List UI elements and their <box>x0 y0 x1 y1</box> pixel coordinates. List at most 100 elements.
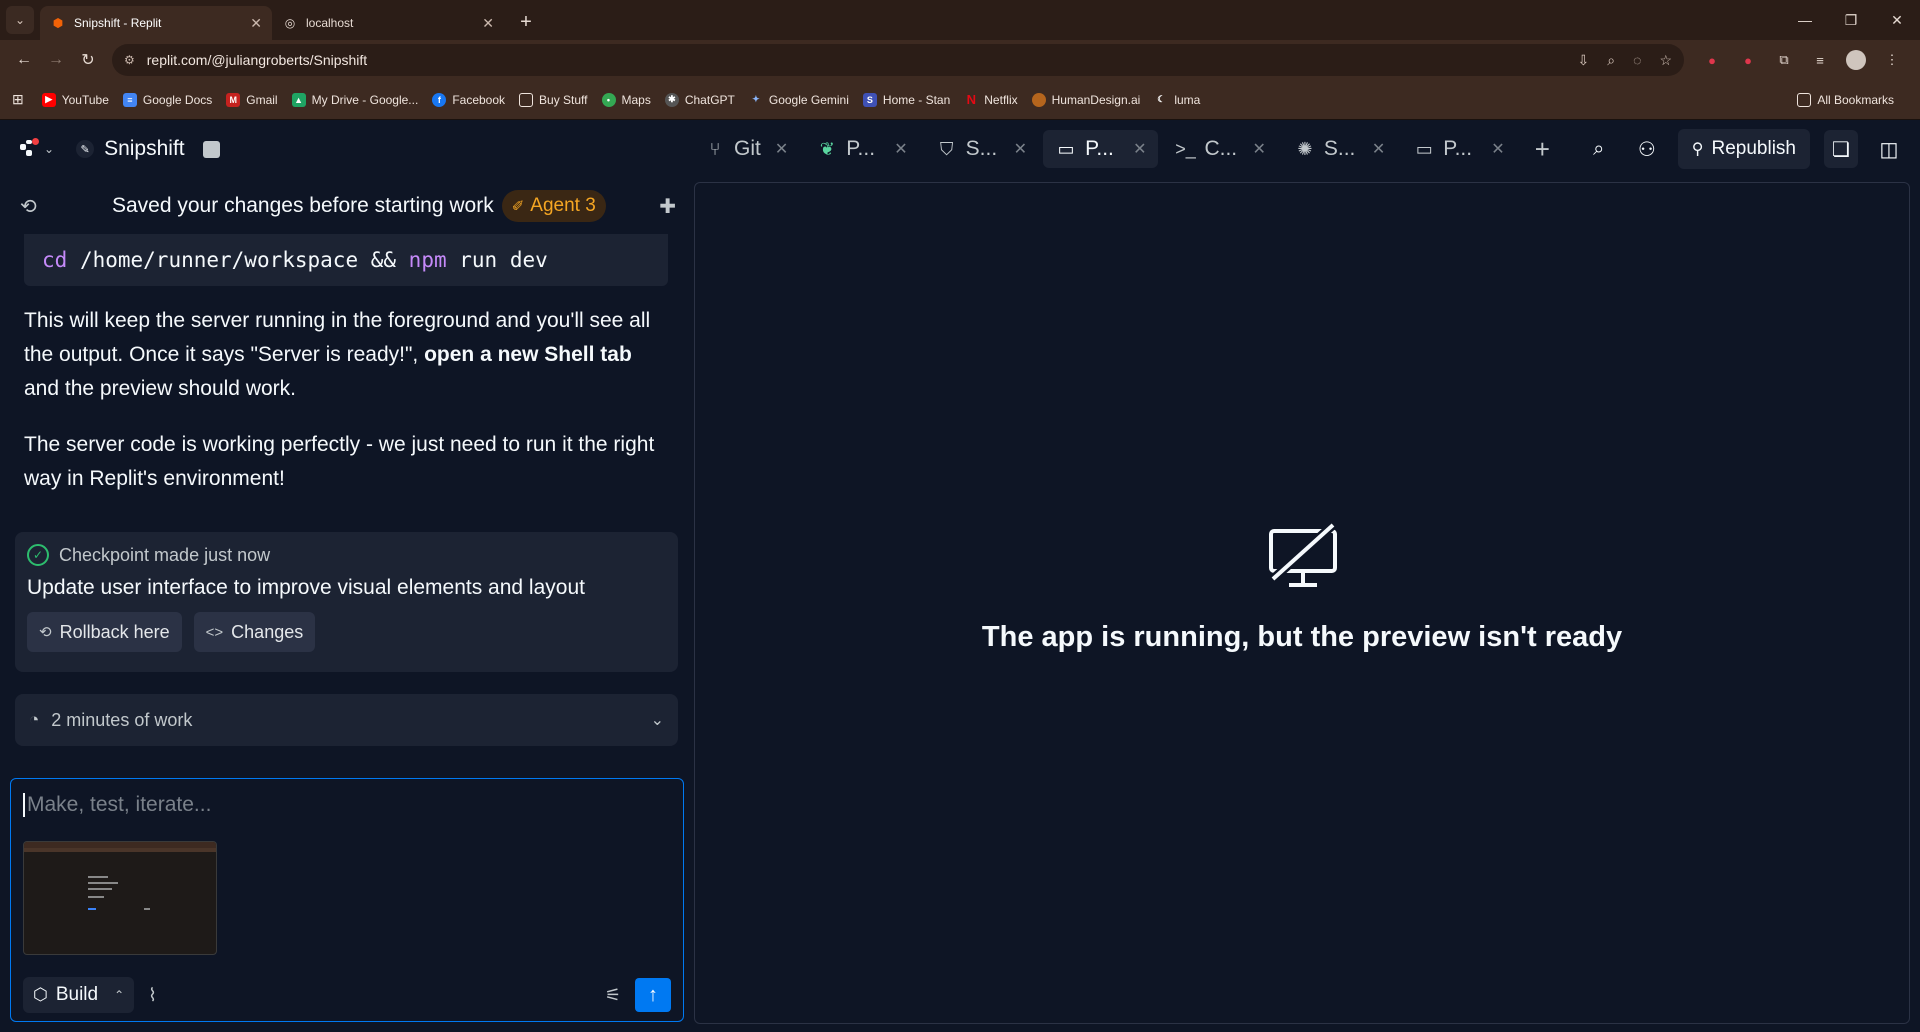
bookmark-google-docs[interactable]: ≡ Google Docs <box>122 92 213 107</box>
agent-panel: ⟲ Saved your changes before starting wor… <box>0 180 692 1032</box>
address-toolbar: ← → ↻ ⚙ replit.com/@juliangroberts/Snips… <box>0 40 1920 80</box>
minimize-icon[interactable]: — <box>1782 0 1828 40</box>
zoom-icon[interactable]: ⌕ <box>1607 52 1615 69</box>
message-text: and the preview should work. <box>24 377 296 400</box>
close-icon[interactable]: ✕ <box>775 139 788 159</box>
bookmark-gmail[interactable]: M Gmail <box>226 92 278 107</box>
bookmark-label: Buy Stuff <box>539 92 588 107</box>
bookmark-facebook[interactable]: f Facebook <box>432 92 505 107</box>
url-text: replit.com/@juliangroberts/Snipshift <box>146 52 368 68</box>
paperclip-icon[interactable]: ⌇ <box>148 985 157 1006</box>
chat-composer[interactable]: Make, test, iterate... ⬡ Build ⌃ ⌇ ⚟ ↑ <box>10 778 684 1022</box>
new-chat-icon[interactable]: ✚ <box>659 194 676 219</box>
screenshot-attachment[interactable] <box>23 841 217 955</box>
bookmark-maps[interactable]: • Maps <box>601 92 651 107</box>
menu-kebab-icon[interactable]: ⋮ <box>1882 50 1902 70</box>
message-bold-text: open a new Shell tab <box>424 343 632 366</box>
apps-icon[interactable]: ⊞ <box>12 91 24 108</box>
browser-tab-replit[interactable]: ⬢ Snipshift - Replit ✕ <box>40 6 272 40</box>
composer-input[interactable]: Make, test, iterate... <box>23 793 211 817</box>
new-tab-button[interactable]: + <box>512 8 540 36</box>
project-name[interactable]: Snipshift <box>104 137 185 161</box>
facebook-icon: f <box>432 92 447 107</box>
replit-favicon: ⬢ <box>52 16 64 30</box>
docs-icon: ≡ <box>122 92 137 107</box>
agent-message-paragraph: This will keep the server running in the… <box>24 304 668 406</box>
settings-sliders-icon[interactable]: ⚟ <box>605 985 621 1006</box>
chevron-down-icon[interactable]: ⌄ <box>651 710 664 730</box>
close-tab-icon[interactable]: ✕ <box>482 15 494 32</box>
extensions-puzzle-icon[interactable]: ⧉ <box>1774 50 1794 70</box>
bookmark-luma[interactable]: ☾ luma <box>1154 93 1200 107</box>
close-icon[interactable]: ✕ <box>1372 139 1385 159</box>
tab-console[interactable]: >_ C... ✕ <box>1162 130 1277 168</box>
restore-icon[interactable]: ❐ <box>1828 0 1874 40</box>
close-icon[interactable]: ✕ <box>894 139 907 159</box>
close-icon[interactable]: ✕ <box>1133 139 1146 159</box>
split-icon[interactable]: ❏ <box>1824 130 1858 168</box>
tab-shell[interactable]: ✺ S... ✕ <box>1282 130 1397 168</box>
extension-red-icon[interactable]: ● <box>1702 50 1722 70</box>
close-window-icon[interactable]: ✕ <box>1874 0 1920 40</box>
close-tab-icon[interactable]: ✕ <box>250 15 262 32</box>
bookmark-chatgpt[interactable]: ✱ ChatGPT <box>664 92 735 107</box>
check-circle-icon: ✓ <box>27 544 49 566</box>
history-icon[interactable]: ⟲ <box>20 194 50 219</box>
bookmark-netflix[interactable]: N Netflix <box>964 92 1018 107</box>
add-tab-icon[interactable]: + <box>1535 134 1550 165</box>
search-icon[interactable]: ⌕ <box>1582 130 1616 168</box>
bookmarks-bar: ⊞ ▶ YouTube ≡ Google Docs M Gmail ▲ My Drive… <box>0 80 1920 120</box>
forward-icon[interactable]: → <box>40 44 72 76</box>
work-duration-row[interactable]: ◔ 2 minutes of work ⌄ <box>15 694 678 746</box>
chevron-down-icon[interactable]: ⌄ <box>44 142 54 156</box>
invite-user-icon[interactable]: ⚇ <box>1630 130 1664 168</box>
tab-security[interactable]: ⛉ S... ✕ <box>924 130 1039 168</box>
replit-logo-icon[interactable] <box>20 138 39 158</box>
agent-badge[interactable]: ✐ Agent 3 <box>501 190 606 222</box>
tab-git[interactable]: ⑂ Git ✕ <box>692 130 800 168</box>
stop-button[interactable] <box>202 140 220 158</box>
site-info-icon[interactable]: ⚙ <box>124 53 135 67</box>
reload-icon[interactable]: ↻ <box>72 44 104 76</box>
back-icon[interactable]: ← <box>8 44 40 76</box>
bookmark-youtube[interactable]: ▶ YouTube <box>41 92 109 107</box>
tab-packages[interactable]: ❦ P... ✕ <box>804 130 919 168</box>
send-button[interactable]: ↑ <box>635 978 671 1012</box>
profile-avatar[interactable] <box>1846 50 1866 70</box>
bookmark-label: Google Docs <box>142 92 213 107</box>
agent-status-text: Saved your changes before starting work <box>112 194 494 217</box>
rollback-button[interactable]: ⟲ Rollback here <box>27 612 182 652</box>
install-app-icon[interactable]: ⇩ <box>1578 52 1590 69</box>
bookmark-humandesign[interactable]: HumanDesign.ai <box>1031 92 1140 107</box>
tab-label: S... <box>1323 137 1356 160</box>
changes-button[interactable]: <> Changes <box>193 612 316 652</box>
media-icon[interactable]: ≡ <box>1810 50 1830 70</box>
agent-badge-label: Agent 3 <box>530 195 596 216</box>
tab-preview-2[interactable]: ▭ P... ✕ <box>1401 130 1516 168</box>
bookmark-star-icon[interactable]: ☆ <box>1659 52 1672 69</box>
bookmark-buy-stuff[interactable]: Buy Stuff <box>519 92 588 107</box>
bookmark-label: YouTube <box>61 92 109 107</box>
workspace-tabs: ⑂ Git ✕ ❦ P... ✕ ⛉ S... ✕ ▭ P... ✕ >_ C.… <box>692 129 1550 169</box>
bookmark-drive[interactable]: ▲ My Drive - Google... <box>291 92 418 107</box>
tab-label: Git <box>734 137 761 160</box>
close-icon[interactable]: ✕ <box>1014 139 1027 159</box>
eye-off-icon[interactable]: ◌ <box>1633 52 1641 69</box>
bookmark-stan[interactable]: S Home - Stan <box>862 92 950 107</box>
address-bar[interactable]: ⚙ replit.com/@juliangroberts/Snipshift ⇩… <box>112 44 1684 76</box>
bookmark-gemini[interactable]: ✦ Google Gemini <box>749 93 849 107</box>
browser-tab-localhost[interactable]: ◎ localhost ✕ <box>272 6 504 40</box>
close-icon[interactable]: ✕ <box>1252 139 1265 159</box>
tab-preview[interactable]: ▭ P... ✕ <box>1043 130 1159 168</box>
sidebar-toggle-icon[interactable]: ◫ <box>1872 130 1906 168</box>
all-bookmarks[interactable]: All Bookmarks <box>1797 92 1894 107</box>
replit-header: ⌄ ✎ Snipshift ⑂ Git ✕ ❦ P... ✕ ⛉ S... ✕ … <box>0 120 1920 178</box>
gemini-icon: ✦ <box>752 94 760 104</box>
close-icon[interactable]: ✕ <box>1491 139 1504 159</box>
extension-g-icon[interactable]: ● <box>1738 50 1758 70</box>
build-mode-button[interactable]: ⬡ Build ⌃ <box>23 977 135 1013</box>
tab-search-button[interactable]: ⌄ <box>6 6 34 34</box>
code-text: /home/runner/workspace && <box>67 248 409 272</box>
checkpoint-label: Checkpoint made just now <box>59 544 271 565</box>
republish-button[interactable]: ⚲ Republish <box>1677 129 1810 169</box>
